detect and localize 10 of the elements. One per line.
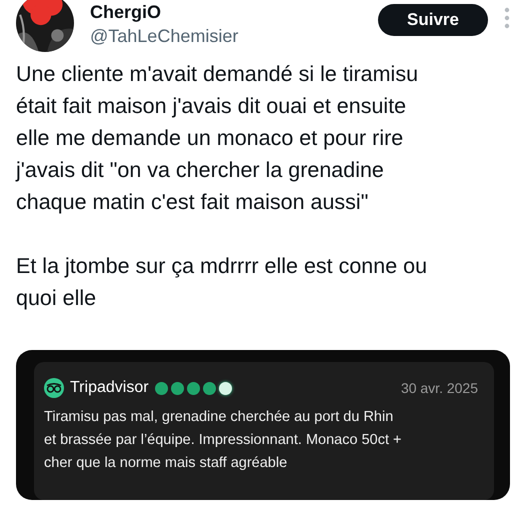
review-date: 30 avr. 2025: [400, 380, 478, 396]
tweet-text: Et la jtombe sur ça mdrrrr elle est conne ou quoi elle: [16, 253, 428, 312]
tweet-text: Une cliente m'avait demandé si le tiramisu était fait maison j'avais dit ouai et ensuite elle me demande un monaco et pour rire j'avais dit "on va chercher la grenadine chaque matin c'est fait maison aussi": [16, 61, 418, 216]
more-icon[interactable]: [504, 7, 510, 29]
owl-icon: [44, 378, 64, 398]
author-handle[interactable]: @TahLeChemisier: [90, 24, 238, 48]
follow-button[interactable]: Suivre: [378, 4, 488, 36]
site-name: Tripadvisor: [70, 379, 149, 397]
review-text: Tiramisu pas mal, grenadine cherchée au port du Rhin et brassée par l’équipe. Impressionnant. Monaco 50ct + cher que la norme mais staff agréable: [44, 408, 402, 473]
author-name[interactable]: ChergiO: [90, 0, 238, 24]
